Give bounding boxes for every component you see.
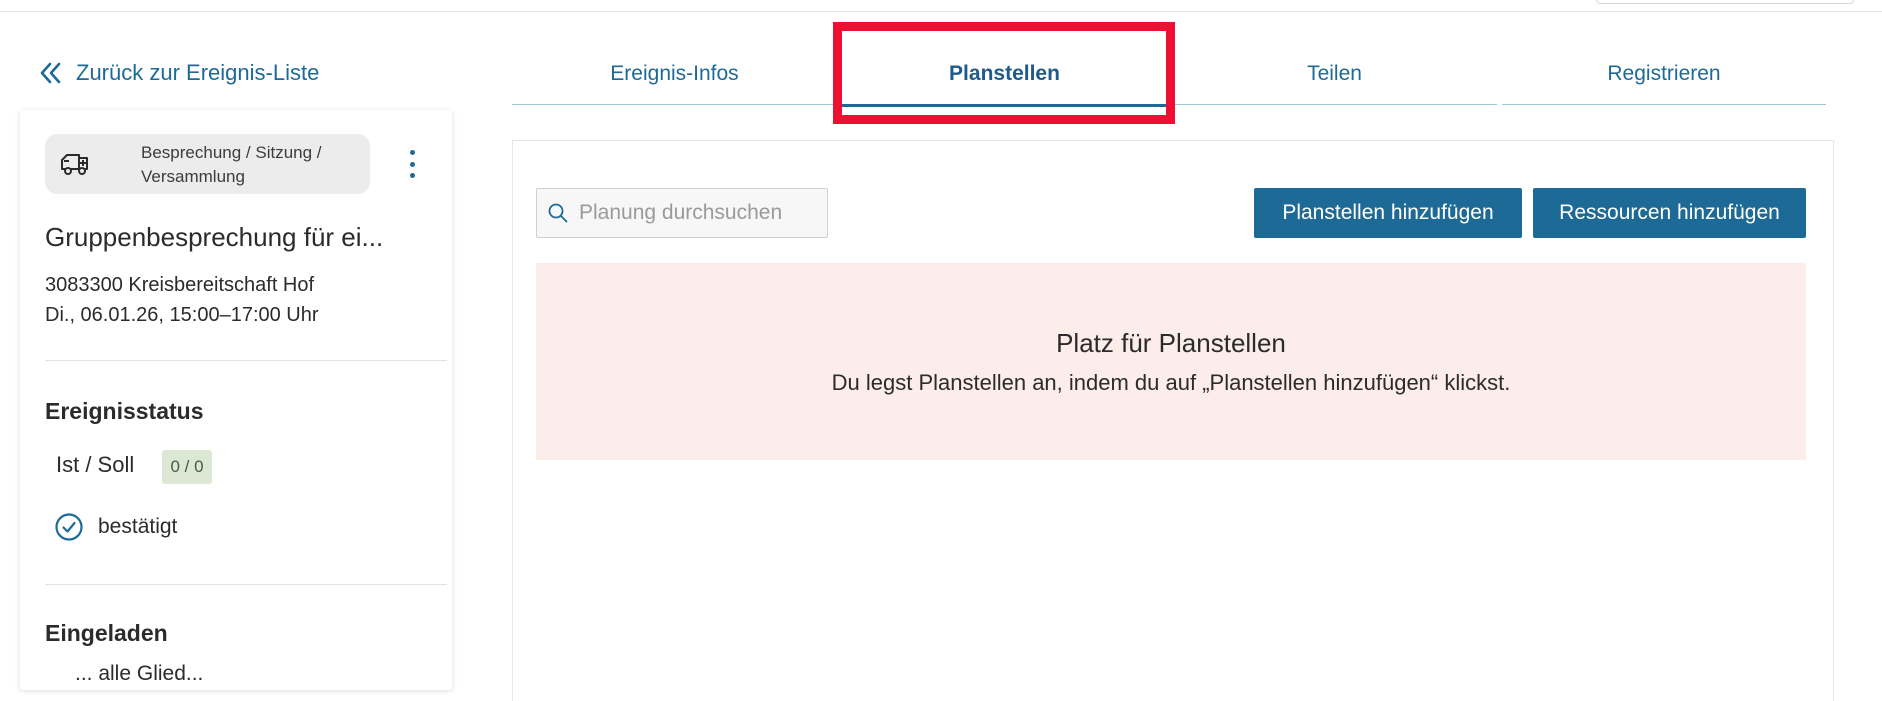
invited-heading: Eingeladen [45, 620, 168, 646]
add-ressourcen-button[interactable]: Ressourcen hinzufügen [1533, 188, 1806, 238]
empty-state-text: Du legst Planstellen an, indem du auf „P… [831, 370, 1511, 395]
event-title: Gruppenbesprechung für ei... [45, 222, 384, 252]
event-organization: 3083300 Kreisbereitschaft Hof [45, 274, 315, 296]
ist-soll-label: Ist / Soll [56, 452, 135, 477]
invited-partial-text: ... alle Glied... [75, 662, 204, 685]
double-chevron-left-icon [40, 62, 61, 84]
back-link-label: Zurück zur Ereignis-Liste [76, 60, 320, 85]
event-type-label: Besprechung / Sitzung / Versammlung [141, 143, 322, 186]
status-confirmed: bestätigt [54, 512, 177, 542]
divider [45, 584, 447, 585]
event-datetime: Di., 06.01.26, 15:00–17:00 Uhr [45, 304, 319, 326]
ambulance-icon [61, 154, 88, 175]
divider [45, 360, 447, 361]
top-bar-widget [1596, 0, 1854, 4]
search-input[interactable] [577, 200, 821, 226]
empty-state: Platz für Planstellen Du legst Planstell… [536, 263, 1806, 460]
kebab-menu-icon[interactable] [408, 150, 416, 178]
back-to-event-list-link[interactable]: Zurück zur Ereignis-Liste [36, 58, 319, 88]
tab-ereignis-infos[interactable]: Ereignis-Infos [512, 52, 837, 105]
search-field[interactable] [536, 188, 828, 238]
check-circle-icon [55, 513, 83, 541]
highlight-box [833, 22, 1175, 124]
tab-teilen[interactable]: Teilen [1172, 52, 1497, 105]
empty-state-heading: Platz für Planstellen [1056, 328, 1286, 358]
ist-soll-badge: 0 / 0 [162, 450, 212, 484]
tab-registrieren[interactable]: Registrieren [1502, 52, 1826, 105]
event-type-chip: Besprechung / Sitzung / Versammlung [45, 134, 370, 194]
event-summary-card: Besprechung / Sitzung / Versammlung Grup… [20, 110, 452, 690]
event-status-heading: Ereignisstatus [45, 398, 204, 424]
add-planstellen-button[interactable]: Planstellen hinzufügen [1254, 188, 1522, 238]
search-icon [548, 203, 568, 223]
status-label: bestätigt [98, 515, 178, 538]
